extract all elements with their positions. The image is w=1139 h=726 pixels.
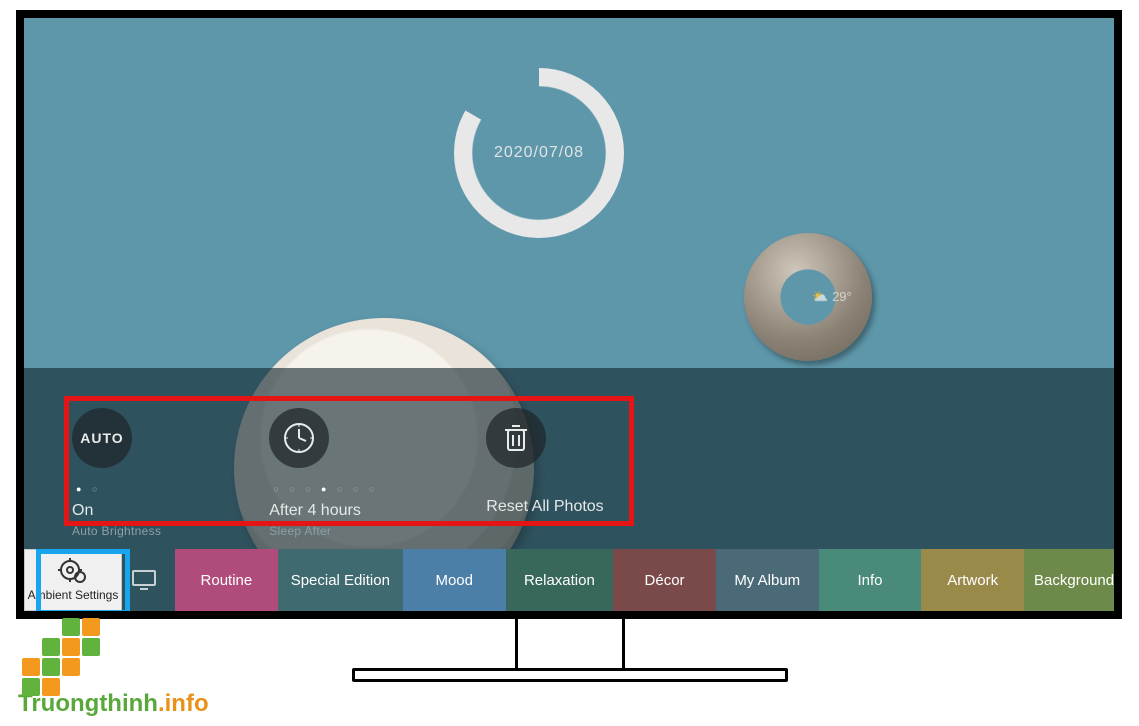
auto-text-icon: AUTO (80, 430, 123, 446)
special-edition-tile[interactable]: Special Edition (278, 549, 403, 611)
pager-dots: ● ○ (76, 484, 101, 494)
weather-ring: ⛅ 29° (744, 233, 872, 361)
tile-label: Special Edition (291, 572, 390, 589)
decor-tile[interactable]: Décor (613, 549, 716, 611)
artwork-tile[interactable]: Artwork (921, 549, 1024, 611)
reset-photos-value: Reset All Photos (486, 498, 603, 516)
auto-brightness-item[interactable]: AUTO ● ○ On Auto Brightness (72, 408, 161, 538)
background-tile[interactable]: Background (1024, 549, 1114, 611)
tile-label: Décor (645, 572, 685, 589)
tv-stand-base (352, 668, 788, 682)
ambient-settings-tile[interactable]: Ambient Settings (24, 549, 122, 611)
tile-label: Artwork (947, 572, 998, 589)
tile-label: Background (1034, 572, 1114, 589)
trash-icon (486, 408, 546, 468)
ambient-settings-label: Ambient Settings (28, 588, 119, 602)
bottom-tile-bar: Ambient Settings Routine Special Edition… (24, 549, 1114, 611)
watermark-logo: Truongthinh.info (18, 618, 209, 718)
tile-label: My Album (734, 572, 800, 589)
clock-date: 2020/07/08 (494, 144, 584, 162)
tile-label: Info (857, 572, 882, 589)
routine-tile[interactable]: Routine (175, 549, 278, 611)
ambient-settings-row: AUTO ● ○ On Auto Brightness (72, 408, 604, 538)
auto-brightness-icon: AUTO (72, 408, 132, 468)
my-album-tile[interactable]: My Album (716, 549, 819, 611)
reset-photos-item[interactable]: Reset All Photos (486, 408, 603, 538)
relaxation-tile[interactable]: Relaxation (506, 549, 614, 611)
tv-stand-neck (515, 619, 625, 671)
info-tile[interactable]: Info (819, 549, 922, 611)
weather-temp: ⛅ 29° (812, 289, 851, 305)
clock-ring: 2020/07/08 (454, 68, 624, 238)
auto-brightness-value: On (72, 502, 93, 520)
watermark-squares (22, 618, 213, 696)
tv-frame: 2020/07/08 ⛅ 29° AUTO ● ○ On Auto Bright… (16, 10, 1122, 619)
tile-label: Mood (435, 572, 473, 589)
sleep-after-label: Sleep After (269, 524, 331, 538)
auto-brightness-label: Auto Brightness (72, 524, 161, 538)
gear-icon (58, 558, 88, 584)
sleep-after-item[interactable]: ○ ○ ○ ● ○ ○ ○ After 4 hours Sleep After (269, 408, 378, 538)
tile-label: Relaxation (524, 572, 595, 589)
pager-dots: ○ ○ ○ ● ○ ○ ○ (273, 484, 378, 494)
sleep-after-value: After 4 hours (269, 502, 361, 520)
mood-tile[interactable]: Mood (403, 549, 506, 611)
clock-icon (269, 408, 329, 468)
tv-screen: 2020/07/08 ⛅ 29° AUTO ● ○ On Auto Bright… (24, 18, 1114, 611)
source-icon (132, 570, 156, 590)
source-tile[interactable] (122, 549, 165, 611)
tile-label: Routine (201, 572, 253, 589)
